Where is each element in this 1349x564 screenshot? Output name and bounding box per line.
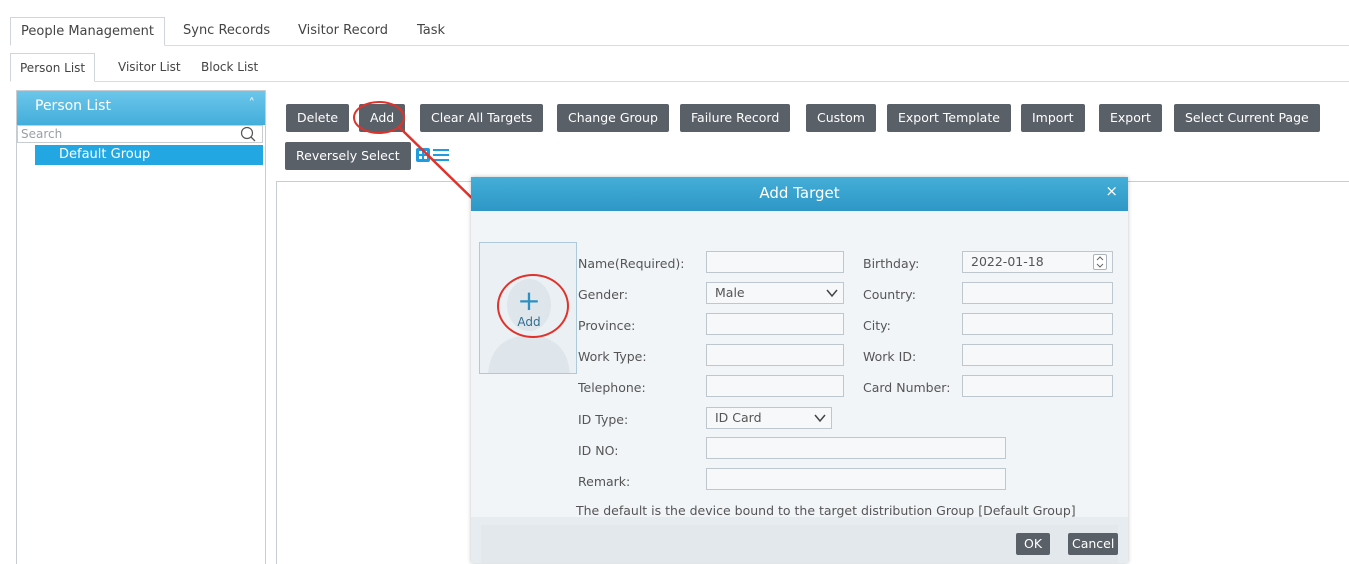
- ok-button[interactable]: OK: [1016, 533, 1051, 555]
- chevron-down-icon: [814, 414, 826, 423]
- gender-label: Gender:: [578, 287, 629, 302]
- reversely-select-button[interactable]: Reversely Select: [285, 142, 411, 170]
- distribution-note: The default is the device bound to the t…: [576, 503, 1076, 518]
- add-target-dialog: Add Target × + Add Name(Required): Birth…: [471, 177, 1128, 563]
- tab-task[interactable]: Task: [407, 17, 455, 45]
- dialog-title: Add Target: [759, 184, 840, 202]
- tree-item-default-group[interactable]: Default Group: [35, 145, 263, 165]
- failure-record-button[interactable]: Failure Record: [680, 104, 791, 132]
- tab-block-list[interactable]: Block List: [192, 53, 267, 81]
- birthday-label: Birthday:: [863, 256, 920, 271]
- dialog-title-bar: Add Target ×: [471, 177, 1128, 211]
- export-template-button[interactable]: Export Template: [887, 104, 1011, 132]
- remark-label: Remark:: [578, 474, 631, 489]
- work-type-label: Work Type:: [578, 349, 647, 364]
- work-id-field[interactable]: [962, 344, 1113, 366]
- import-button[interactable]: Import: [1021, 104, 1085, 132]
- search-box: [17, 125, 263, 143]
- sub-tab-bar: Person List Visitor List Block List: [10, 53, 1349, 82]
- search-input[interactable]: [18, 126, 229, 142]
- country-field[interactable]: [962, 282, 1113, 304]
- date-spinner-icon[interactable]: [1093, 254, 1107, 270]
- telephone-field[interactable]: [706, 375, 844, 397]
- search-icon[interactable]: [239, 126, 257, 142]
- card-number-label: Card Number:: [863, 380, 951, 395]
- person-list-panel: Person List ˄ Default Group: [16, 90, 266, 564]
- close-icon[interactable]: ×: [1105, 182, 1118, 200]
- tab-sync-records[interactable]: Sync Records: [173, 17, 280, 45]
- card-number-field[interactable]: [962, 375, 1113, 397]
- id-no-label: ID NO:: [578, 443, 619, 458]
- cancel-button[interactable]: Cancel: [1068, 533, 1119, 555]
- tab-visitor-record[interactable]: Visitor Record: [288, 17, 398, 45]
- name-label: Name(Required):: [578, 256, 685, 271]
- id-no-field[interactable]: [706, 437, 1006, 459]
- tab-person-list[interactable]: Person List: [10, 53, 96, 82]
- country-label: Country:: [863, 287, 916, 302]
- chevron-up-icon[interactable]: ˄: [249, 97, 256, 112]
- gender-select[interactable]: Male: [706, 282, 844, 304]
- dialog-footer: OK Cancel: [481, 525, 1119, 563]
- telephone-label: Telephone:: [578, 380, 646, 395]
- city-field[interactable]: [962, 313, 1113, 335]
- change-group-button[interactable]: Change Group: [557, 104, 669, 132]
- work-type-field[interactable]: [706, 344, 844, 366]
- select-current-page-button[interactable]: Select Current Page: [1174, 104, 1320, 132]
- annotation-circle-add-photo: [497, 274, 569, 338]
- main-tab-bar: People Management Sync Records Visitor R…: [10, 17, 1349, 46]
- export-button[interactable]: Export: [1099, 104, 1162, 132]
- gender-value: Male: [715, 285, 745, 300]
- birthday-value: 2022-01-18: [971, 254, 1044, 269]
- remark-field[interactable]: [706, 468, 1006, 490]
- tree-item-label: Default Group: [59, 147, 151, 162]
- id-type-label: ID Type:: [578, 412, 629, 427]
- dialog-body: + Add Name(Required): Birthday: 2022-01-…: [471, 211, 1128, 518]
- id-type-value: ID Card: [715, 410, 762, 425]
- panel-title: Person List: [35, 98, 111, 114]
- tab-people-management[interactable]: People Management: [10, 17, 165, 46]
- delete-button[interactable]: Delete: [286, 104, 350, 132]
- work-id-label: Work ID:: [863, 349, 917, 364]
- custom-button[interactable]: Custom: [806, 104, 876, 132]
- tab-visitor-list[interactable]: Visitor List: [109, 53, 190, 81]
- province-field[interactable]: [706, 313, 844, 335]
- city-label: City:: [863, 318, 891, 333]
- name-field[interactable]: [706, 251, 844, 273]
- chevron-down-icon: [826, 289, 838, 298]
- province-label: Province:: [578, 318, 636, 333]
- id-type-select[interactable]: ID Card: [706, 407, 832, 429]
- birthday-field[interactable]: 2022-01-18: [962, 251, 1113, 273]
- person-list-header: Person List ˄: [17, 91, 265, 125]
